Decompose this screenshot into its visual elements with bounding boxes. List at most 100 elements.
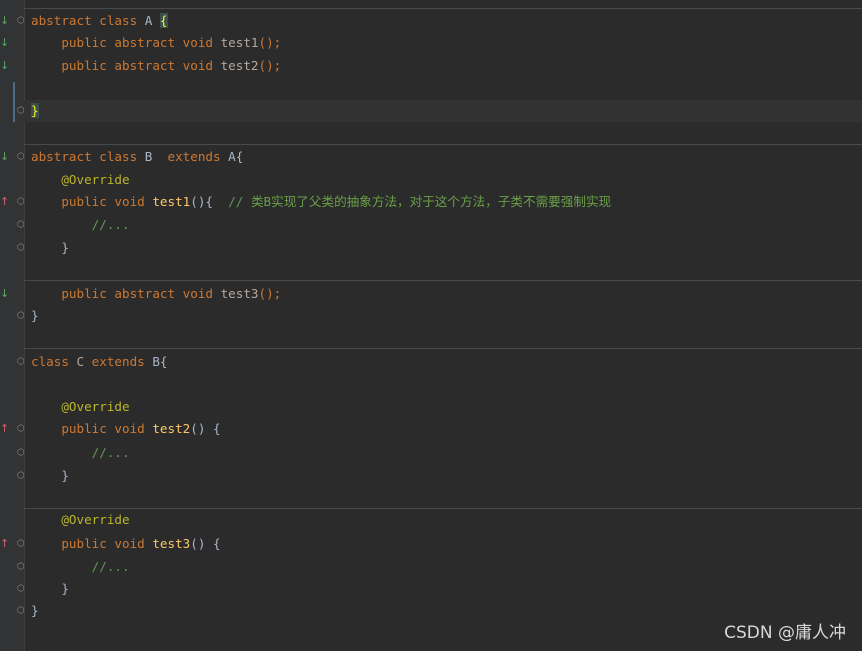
code-token: } (31, 103, 39, 118)
code-editor[interactable]: abstract class A { ↓ ⬡ public abstract voi… (0, 0, 862, 651)
code-line[interactable]: class C extends B{ ⬡ (0, 351, 862, 373)
code-line[interactable]: public abstract void test2(); ↓ (0, 55, 862, 77)
code-line[interactable]: } ⬡ (0, 100, 862, 122)
code-token: //... (91, 559, 130, 574)
fold-marker-icon[interactable]: ⬡ (17, 16, 26, 26)
overrides-up-icon[interactable]: ↑ (0, 537, 10, 551)
code-text: } (31, 237, 69, 259)
code-token: () { (190, 536, 221, 551)
code-line[interactable]: //... ⬡ (0, 556, 862, 578)
implemented-down-icon[interactable]: ↓ (0, 150, 10, 164)
code-token: @Override (61, 399, 130, 414)
code-token: abstract class (31, 149, 145, 164)
code-token: public abstract void (61, 35, 221, 50)
code-line[interactable]: @Override (0, 396, 862, 418)
fold-marker-icon[interactable]: ⬡ (17, 106, 26, 116)
code-token: test1 (220, 35, 259, 50)
fold-marker-icon[interactable]: ⬡ (17, 311, 26, 321)
code-token: public abstract void (61, 286, 221, 301)
code-token: (); (258, 58, 282, 73)
implemented-down-icon[interactable]: ↓ (0, 36, 10, 50)
fold-marker-icon[interactable]: ⬡ (17, 220, 26, 230)
code-line[interactable]: } ⬡ (0, 465, 862, 487)
code-text: public void test1(){ // 类B实现了父类的抽象方法，对于这… (31, 191, 611, 213)
code-line[interactable]: public abstract void test3(); ↓ (0, 283, 862, 305)
code-line[interactable]: } ⬡ (0, 305, 862, 327)
code-token: C (76, 354, 92, 369)
code-token: B (144, 149, 168, 164)
code-line[interactable]: public void test1(){ // 类B实现了父类的抽象方法，对于这… (0, 191, 862, 213)
code-text: //... (31, 556, 130, 578)
code-token: (); (258, 35, 282, 50)
code-token: //... (91, 217, 130, 232)
code-line[interactable]: //... ⬡ (0, 442, 862, 464)
code-token: public abstract void (61, 58, 221, 73)
code-token: //... (91, 445, 130, 460)
code-token: A{ (228, 149, 244, 164)
code-text: @Override (31, 396, 130, 418)
code-token: (); (258, 286, 282, 301)
code-text: } (31, 600, 39, 622)
implemented-down-icon[interactable]: ↓ (0, 287, 10, 301)
code-token: 类B实现了父类的抽象方法，对于这个方法，子类不需要强制实现 (250, 194, 612, 209)
implemented-down-icon[interactable]: ↓ (0, 14, 10, 28)
code-text: public void test2() { (31, 418, 220, 440)
code-token: { (159, 13, 168, 28)
code-line[interactable]: //... ⬡ (0, 214, 862, 236)
fold-marker-icon[interactable]: ⬡ (17, 243, 26, 253)
fold-marker-icon[interactable]: ⬡ (17, 562, 26, 572)
code-text: @Override (31, 169, 129, 191)
fold-marker-icon[interactable]: ⬡ (17, 584, 26, 594)
code-line[interactable]: public void test3() {↑ ⬡ (0, 533, 862, 555)
code-text: public abstract void test3(); (31, 283, 281, 305)
fold-marker-icon[interactable]: ⬡ (17, 471, 26, 481)
fold-marker-icon[interactable]: ⬡ (17, 152, 26, 162)
code-text: } (31, 100, 39, 122)
overrides-up-icon[interactable]: ↑ (0, 195, 10, 209)
code-token: B{ (152, 354, 168, 369)
overrides-up-icon[interactable]: ↑ (0, 422, 10, 436)
code-token: @Override (61, 512, 130, 527)
code-text: public abstract void test2(); (31, 55, 281, 77)
code-token: abstract class (31, 13, 145, 28)
method-separator (24, 280, 862, 281)
code-line[interactable] (0, 78, 862, 100)
code-line[interactable]: public abstract void test1(); ↓ (0, 32, 862, 54)
code-line[interactable]: @Override (0, 169, 862, 191)
code-token: (){ (190, 194, 229, 209)
code-token: public void (61, 194, 153, 209)
code-line[interactable]: abstract class B extends A{ ↓ ⬡ (0, 146, 862, 168)
fold-marker-icon[interactable]: ⬡ (17, 448, 26, 458)
code-line[interactable]: public void test2() { ↑ ⬡ (0, 418, 862, 440)
csdn-watermark: CSDN @庸人冲 (724, 623, 846, 643)
code-line[interactable]: } ⬡ (0, 578, 862, 600)
code-token: extends (91, 354, 153, 369)
code-token: // (228, 194, 251, 209)
code-text: abstract class B extends A{ (31, 146, 243, 168)
code-line[interactable]: } ⬡ (0, 237, 862, 259)
code-text: class C extends B{ (31, 351, 168, 373)
fold-marker-icon[interactable]: ⬡ (17, 606, 26, 616)
fold-marker-icon[interactable]: ⬡ (17, 539, 26, 549)
fold-marker-icon[interactable]: ⬡ (17, 197, 26, 207)
fold-marker-icon[interactable]: ⬡ (17, 424, 26, 434)
code-token: test3 (220, 286, 259, 301)
code-text: } (31, 465, 69, 487)
code-token: test1 (152, 194, 191, 209)
code-line[interactable]: @Override (0, 509, 862, 531)
fold-marker-icon[interactable]: ⬡ (17, 357, 26, 367)
code-line[interactable]: abstract class A { ↓ ⬡ (0, 10, 862, 32)
code-token: } (31, 603, 39, 618)
code-token: } (61, 468, 69, 483)
implemented-down-icon[interactable]: ↓ (0, 59, 10, 73)
code-token: A (144, 13, 160, 28)
